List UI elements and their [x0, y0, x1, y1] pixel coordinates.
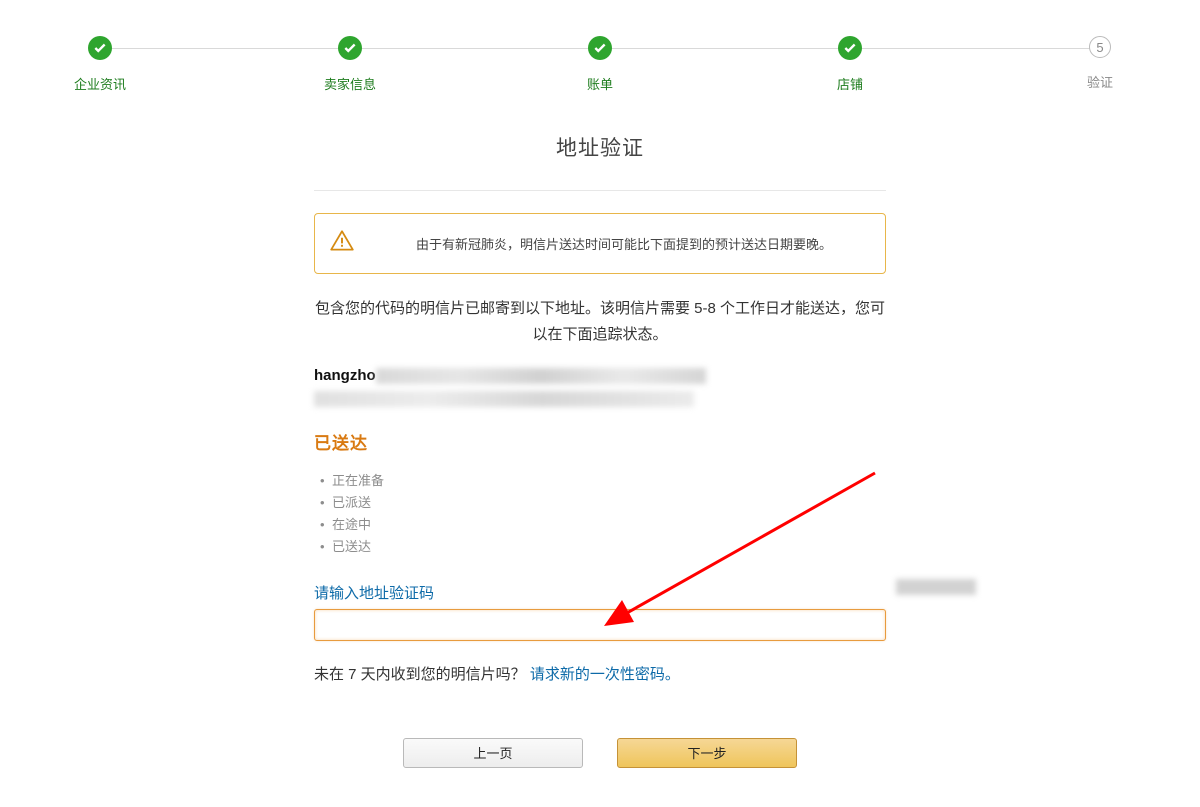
status-item: 正在准备: [314, 470, 886, 492]
prev-button[interactable]: 上一页: [403, 738, 583, 768]
warning-icon: [329, 228, 355, 259]
request-line: 未在 7 天内收到您的明信片吗？ 请求新的一次性密码。: [314, 663, 886, 684]
step-company[interactable]: 企业资讯: [70, 36, 130, 93]
address-name: hangzho: [314, 367, 376, 384]
main-panel: 地址验证 由于有新冠肺炎，明信片送达时间可能比下面提到的预计送达日期要晚。 包含…: [314, 132, 886, 768]
step-label: 账单: [587, 74, 613, 93]
delivery-status-title: 已送达: [314, 429, 886, 454]
alert-text: 由于有新冠肺炎，明信片送达时间可能比下面提到的预计送达日期要晚。: [379, 234, 869, 253]
mailing-address: hangzho: [314, 367, 886, 407]
address-redacted-2: [314, 391, 694, 407]
request-new-otp-link[interactable]: 请求新的一次性密码。: [530, 666, 680, 683]
check-icon: [588, 36, 612, 60]
step-verify[interactable]: 5 验证: [1070, 36, 1130, 93]
next-button-label: 下一步: [687, 743, 726, 762]
step-seller[interactable]: 卖家信息: [320, 36, 380, 93]
input-redacted: [896, 579, 976, 595]
request-prefix: 未在 7 天内收到您的明信片吗？: [314, 666, 530, 683]
check-icon: [88, 36, 112, 60]
step-label: 企业资讯: [74, 74, 126, 93]
page-title: 地址验证: [314, 132, 886, 162]
status-item: 在途中: [314, 514, 886, 536]
progress-stepper: 企业资讯 卖家信息 账单 店铺 5 验证: [70, 36, 1130, 106]
step-billing[interactable]: 账单: [570, 36, 630, 93]
status-item: 已派送: [314, 492, 886, 514]
divider: [314, 190, 886, 191]
verification-code-input[interactable]: [314, 609, 886, 641]
step-number: 5: [1089, 36, 1111, 58]
address-redacted-1: [376, 368, 706, 384]
intro-text: 包含您的代码的明信片已邮寄到以下地址。该明信片需要 5-8 个工作日才能送达，您…: [314, 296, 886, 349]
status-list: 正在准备 已派送 在途中 已送达: [314, 470, 886, 558]
verification-code-label: 请输入地址验证码: [314, 582, 886, 603]
prev-button-label: 上一页: [473, 743, 512, 762]
check-icon: [838, 36, 862, 60]
step-store[interactable]: 店铺: [820, 36, 880, 93]
covid-alert: 由于有新冠肺炎，明信片送达时间可能比下面提到的预计送达日期要晚。: [314, 213, 886, 274]
button-row: 上一页 下一步: [314, 738, 886, 768]
step-label: 卖家信息: [324, 74, 376, 93]
check-icon: [338, 36, 362, 60]
status-item: 已送达: [314, 536, 886, 558]
step-label: 店铺: [837, 74, 863, 93]
next-button[interactable]: 下一步: [617, 738, 797, 768]
step-label: 验证: [1087, 72, 1113, 91]
